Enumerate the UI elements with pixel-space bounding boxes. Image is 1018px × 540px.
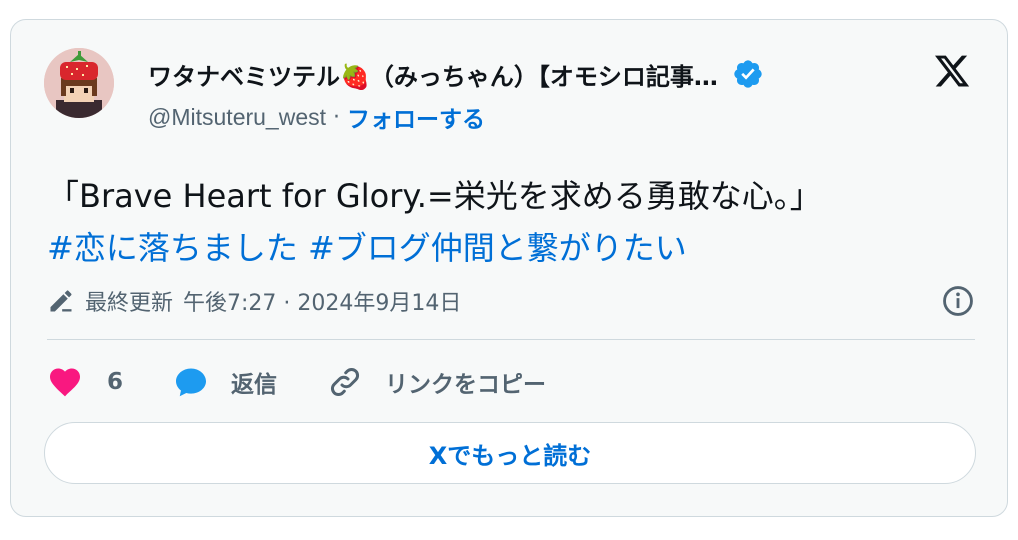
reply-label: 返信 xyxy=(231,372,278,398)
tweet-text: 「Brave Heart for Glory.=栄光を求める勇敢な心。」 #恋に… xyxy=(47,170,967,274)
embedded-tweet-card: ワタナベミツテル🍓（みっちゃん）【オモシロ記事… @Mitsuteru_west… xyxy=(10,19,1008,517)
author-name-row: ワタナベミツテル🍓（みっちゃん）【オモシロ記事… xyxy=(148,56,764,92)
tweet-text-line: 「Brave Heart for Glory.=栄光を求める勇敢な心。」 xyxy=(47,177,822,215)
like-count: 6 xyxy=(107,369,124,395)
edit-pencil-icon xyxy=(50,290,72,312)
read-more-on-x-button[interactable]: Xでもっと読む xyxy=(44,422,976,484)
separator-dot: · xyxy=(333,104,341,130)
author-handle[interactable]: @Mitsuteru_west xyxy=(148,104,326,131)
author-display-name[interactable]: ワタナベミツテル🍓（みっちゃん）【オモシロ記事… xyxy=(148,57,718,92)
info-icon[interactable] xyxy=(941,284,975,318)
heart-icon xyxy=(50,368,80,397)
avatar-image xyxy=(44,48,114,118)
copy-link-button[interactable]: リンクをコピー xyxy=(327,364,546,400)
verified-badge-icon xyxy=(734,60,762,88)
avatar[interactable] xyxy=(44,48,114,118)
like-button[interactable]: 6 xyxy=(47,364,123,400)
reply-button[interactable]: 返信 xyxy=(173,364,277,400)
tweet-hashtags[interactable]: #恋に落ちました #ブログ仲間と繋がりたい xyxy=(47,222,967,274)
author-handle-row: @Mitsuteru_west · フォローする xyxy=(148,100,485,134)
divider xyxy=(47,339,975,340)
x-logo-icon[interactable] xyxy=(932,52,972,90)
reply-bubble-icon xyxy=(176,368,207,397)
tweet-meta-row: 最終更新 午後7:27 · 2024年9月14日 xyxy=(47,282,975,320)
edited-label: 最終更新 xyxy=(85,291,174,316)
tweet-timestamp[interactable]: 午後7:27 · 2024年9月14日 xyxy=(183,285,461,317)
tweet-actions: 6 返信 リンクをコピー xyxy=(47,362,596,402)
copy-link-label: リンクをコピー xyxy=(385,372,547,398)
follow-button[interactable]: フォローする xyxy=(347,100,485,134)
link-icon xyxy=(331,368,360,396)
